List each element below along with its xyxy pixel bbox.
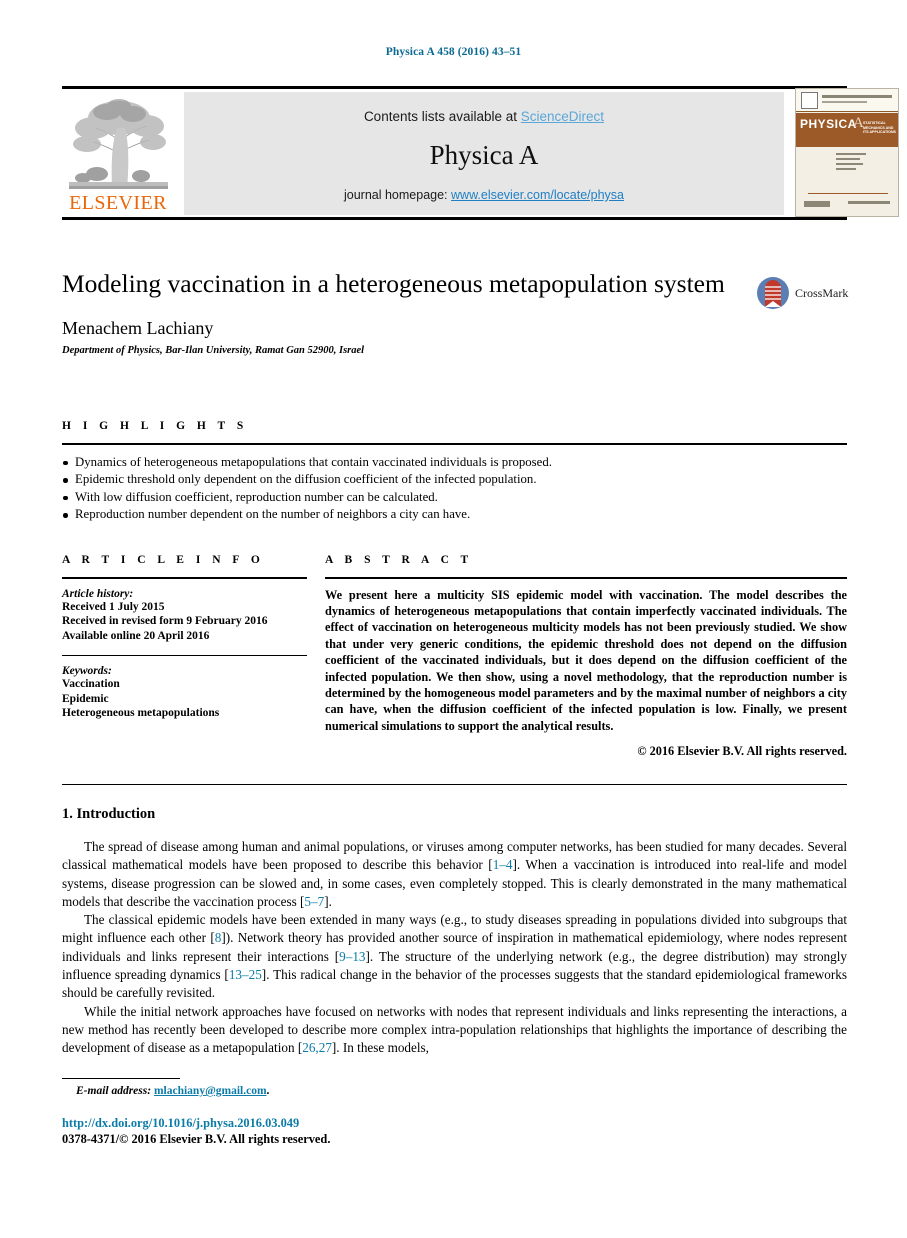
elsevier-wordmark: ELSEVIER <box>69 192 167 214</box>
article-history-item: Received 1 July 2015 <box>62 600 165 613</box>
keyword-item: Heterogeneous metapopulations <box>62 707 220 720</box>
cover-top-text-2 <box>822 101 867 103</box>
highlights-section: H I G H L I G H T S Dynamics of heteroge… <box>62 420 847 524</box>
paragraph: The classical epidemic models have been … <box>62 911 847 1002</box>
crossmark-stripe <box>765 286 781 288</box>
cover-top-bar <box>796 89 898 112</box>
list-item: With low diffusion coefficient, reproduc… <box>62 489 847 507</box>
email-link[interactable]: mlachiany@gmail.com <box>154 1085 267 1097</box>
journal-homepage-line: journal homepage: www.elsevier.com/locat… <box>184 188 784 202</box>
highlights-list: Dynamics of heterogeneous metapopulation… <box>62 454 847 524</box>
masthead-bottom-rule <box>62 217 847 220</box>
article-info-rule <box>62 577 307 579</box>
introduction-body: The spread of disease among human and an… <box>62 838 847 1058</box>
article-info-heading: A R T I C L E I N F O <box>62 554 265 566</box>
cover-banner-subtitle: STATISTICAL MECHANICS AND ITS APPLICATIO… <box>863 121 896 135</box>
abstract-body: We present here a multicity SIS epidemic… <box>325 587 847 733</box>
abstract-section: A B S T R A C T We present here a multic… <box>325 554 847 759</box>
paragraph-text: While the initial network approaches hav… <box>62 1003 847 1056</box>
keyword-item: Vaccination <box>62 678 120 691</box>
cover-body-line-2 <box>836 158 860 160</box>
doi-link[interactable]: http://dx.doi.org/10.1016/j.physa.2016.0… <box>62 1116 299 1131</box>
cover-divider <box>808 193 888 194</box>
keywords-rule <box>62 655 307 657</box>
running-head: Physica A 458 (2016) 43–51 <box>385 46 522 58</box>
paragraph-text: ]. In these models, <box>331 1040 429 1056</box>
email-label: E-mail address: <box>76 1085 152 1097</box>
paper-page: Physica A 458 (2016) 43–51 ELSEVIER Cont… <box>0 0 907 1238</box>
contents-line: Contents lists available at ScienceDirec… <box>184 109 784 124</box>
abstract-rule <box>325 577 847 579</box>
citation-link[interactable]: 13–25 <box>229 967 262 982</box>
footnote-rule <box>62 1078 180 1080</box>
homepage-prefix: journal homepage: <box>343 188 452 202</box>
cover-publisher-mark <box>801 92 818 109</box>
list-item: Reproduction number dependent on the num… <box>62 506 847 524</box>
crossmark-stripe <box>765 290 781 292</box>
crossmark-stripe <box>765 294 781 296</box>
crossmark-icon <box>757 277 789 309</box>
highlights-heading: H I G H L I G H T S <box>62 420 248 432</box>
section-divider <box>62 784 847 786</box>
paragraph: The spread of disease among human and an… <box>62 838 847 911</box>
issn-copyright-line: 0378-4371/© 2016 Elsevier B.V. All right… <box>62 1132 331 1146</box>
citation-link[interactable]: 26,27 <box>302 1040 332 1055</box>
keyword-item: Epidemic <box>62 692 109 705</box>
article-info-section: A R T I C L E I N F O Article history: R… <box>62 554 307 721</box>
crossmark-label: CrossMark <box>795 286 849 300</box>
cover-top-text-1 <box>822 95 892 98</box>
abstract-copyright: © 2016 Elsevier B.V. All rights reserved… <box>637 744 847 759</box>
list-item: Dynamics of heterogeneous metapopulation… <box>62 454 847 472</box>
elsevier-logo: ELSEVIER <box>62 92 174 216</box>
crossmark-stripe <box>765 298 781 300</box>
journal-masthead: ELSEVIER Contents lists available at Sci… <box>62 86 899 220</box>
cover-body-line-3 <box>836 163 863 165</box>
section-heading-introduction: 1. Introduction <box>62 806 156 822</box>
cover-body-line-4 <box>836 168 856 170</box>
article-history-label: Article history: <box>62 587 134 600</box>
article-history-item: Received in revised form 9 February 2016 <box>62 615 268 628</box>
author-affiliation: Department of Physics, Bar-Ilan Universi… <box>62 345 365 356</box>
cover-banner-title: PHYSICA <box>800 117 857 131</box>
paragraph-text: ]. <box>324 893 332 909</box>
citation-link[interactable]: 5–7 <box>304 894 324 909</box>
paragraph: While the initial network approaches hav… <box>62 1003 847 1058</box>
keywords-label: Keywords: <box>62 665 112 678</box>
crossmark-badge[interactable]: CrossMark <box>757 277 849 311</box>
masthead-band: Contents lists available at ScienceDirec… <box>184 92 784 215</box>
author-name: Menachem Lachiany <box>62 318 214 338</box>
contents-prefix: Contents lists available at <box>363 109 521 124</box>
cover-footer-block-right <box>848 201 890 204</box>
email-suffix: . <box>266 1085 270 1097</box>
masthead-top-rule <box>62 86 847 89</box>
citation-link[interactable]: 9–13 <box>339 949 365 964</box>
journal-homepage-link[interactable]: www.elsevier.com/locate/physa <box>451 188 624 202</box>
title-block: Modeling vaccination in a heterogeneous … <box>62 268 752 356</box>
footnote-email: E-mail address: mlachiany@gmail.com. <box>76 1085 269 1097</box>
highlights-rule <box>62 443 847 445</box>
page-title: Modeling vaccination in a heterogeneous … <box>62 269 725 298</box>
sciencedirect-link[interactable]: ScienceDirect <box>521 109 604 124</box>
citation-link[interactable]: 1–4 <box>493 857 513 872</box>
journal-title: Physica A <box>429 140 539 170</box>
cover-body-line-1 <box>836 153 866 155</box>
abstract-heading: A B S T R A C T <box>325 554 473 566</box>
journal-cover-thumbnail: PHYSICA A STATISTICAL MECHANICS AND ITS … <box>795 88 899 217</box>
article-history-item: Available online 20 April 2016 <box>62 629 210 642</box>
elsevier-tree-icon <box>66 92 170 192</box>
cover-footer-block-left <box>804 201 830 207</box>
list-item: Epidemic threshold only dependent on the… <box>62 471 847 489</box>
